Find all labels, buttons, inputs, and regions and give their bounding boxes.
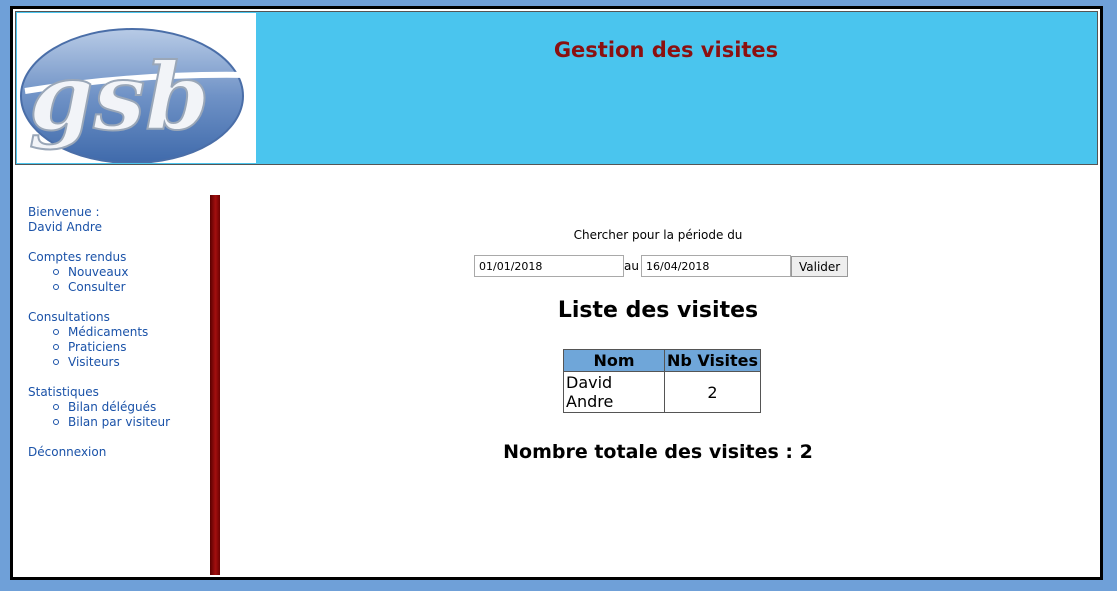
validate-button[interactable]: Valider (791, 256, 849, 277)
sidebar-divider (210, 195, 220, 575)
svg-text:gsb: gsb (29, 43, 209, 151)
user-name: David Andre (28, 220, 102, 234)
menu-link-visiteurs[interactable]: Visiteurs (68, 355, 120, 369)
date-from-input[interactable] (474, 255, 624, 277)
menu-item-visiteurs[interactable]: Visiteurs (53, 355, 218, 370)
visitor-name-cell: David Andre (563, 371, 665, 413)
menu-item-praticiens[interactable]: Praticiens (53, 340, 218, 355)
menu-group-consultations: Consultations Médicaments Praticiens Vis… (28, 310, 218, 370)
column-header-name: Nom (563, 349, 665, 372)
menu-item-bilan-delegues[interactable]: Bilan délégués (53, 400, 218, 415)
menu-link-medicaments[interactable]: Médicaments (68, 325, 148, 339)
menu-link-consulter[interactable]: Consulter (68, 280, 126, 294)
column-header-count: Nb Visites (663, 349, 762, 372)
menu-group-label: Consultations (28, 310, 110, 324)
total-visits: Nombre totale des visites : 2 (503, 441, 813, 463)
date-to-input[interactable] (641, 255, 791, 277)
menu-group-comptes-rendus: Comptes rendus Nouveaux Consulter (28, 250, 218, 295)
table-row: David Andre 2 (563, 371, 762, 413)
search-period-label: Chercher pour la période du (573, 228, 743, 242)
page-frame: gsb Gestion des visites Bienvenue : Davi… (10, 6, 1103, 580)
menu-item-consulter[interactable]: Consulter (53, 280, 218, 295)
menu-item-bilan-par-visiteur[interactable]: Bilan par visiteur (53, 415, 218, 430)
date-separator: au (624, 259, 639, 273)
menu-item-medicaments[interactable]: Médicaments (53, 325, 218, 340)
table-header-row: Nom Nb Visites (563, 349, 762, 372)
visits-table: Nom Nb Visites David Andre 2 (563, 349, 762, 413)
menu-link-praticiens[interactable]: Praticiens (68, 340, 127, 354)
visits-list-title: Liste des visites (557, 298, 759, 323)
visit-count-cell: 2 (663, 371, 762, 413)
gsb-logo: gsb (17, 13, 256, 164)
menu-link-nouveaux[interactable]: Nouveaux (68, 265, 128, 279)
welcome-block: Bienvenue : David Andre (28, 205, 218, 235)
menu-link-bilan-par-visiteur[interactable]: Bilan par visiteur (68, 415, 170, 429)
menu-group-label: Comptes rendus (28, 250, 127, 264)
logout-link[interactable]: Déconnexion (28, 445, 106, 459)
logout-block: Déconnexion (28, 445, 218, 460)
menu-group-statistiques: Statistiques Bilan délégués Bilan par vi… (28, 385, 218, 430)
header-banner: gsb Gestion des visites (15, 11, 1098, 165)
menu-link-bilan-delegues[interactable]: Bilan délégués (68, 400, 156, 414)
welcome-label: Bienvenue : (28, 205, 100, 219)
gsb-logo-icon: gsb (20, 28, 250, 164)
sidebar-menu: Bienvenue : David Andre Comptes rendus N… (28, 205, 218, 475)
page-title: Gestion des visites (553, 38, 779, 62)
menu-item-nouveaux[interactable]: Nouveaux (53, 265, 218, 280)
menu-group-label: Statistiques (28, 385, 99, 399)
